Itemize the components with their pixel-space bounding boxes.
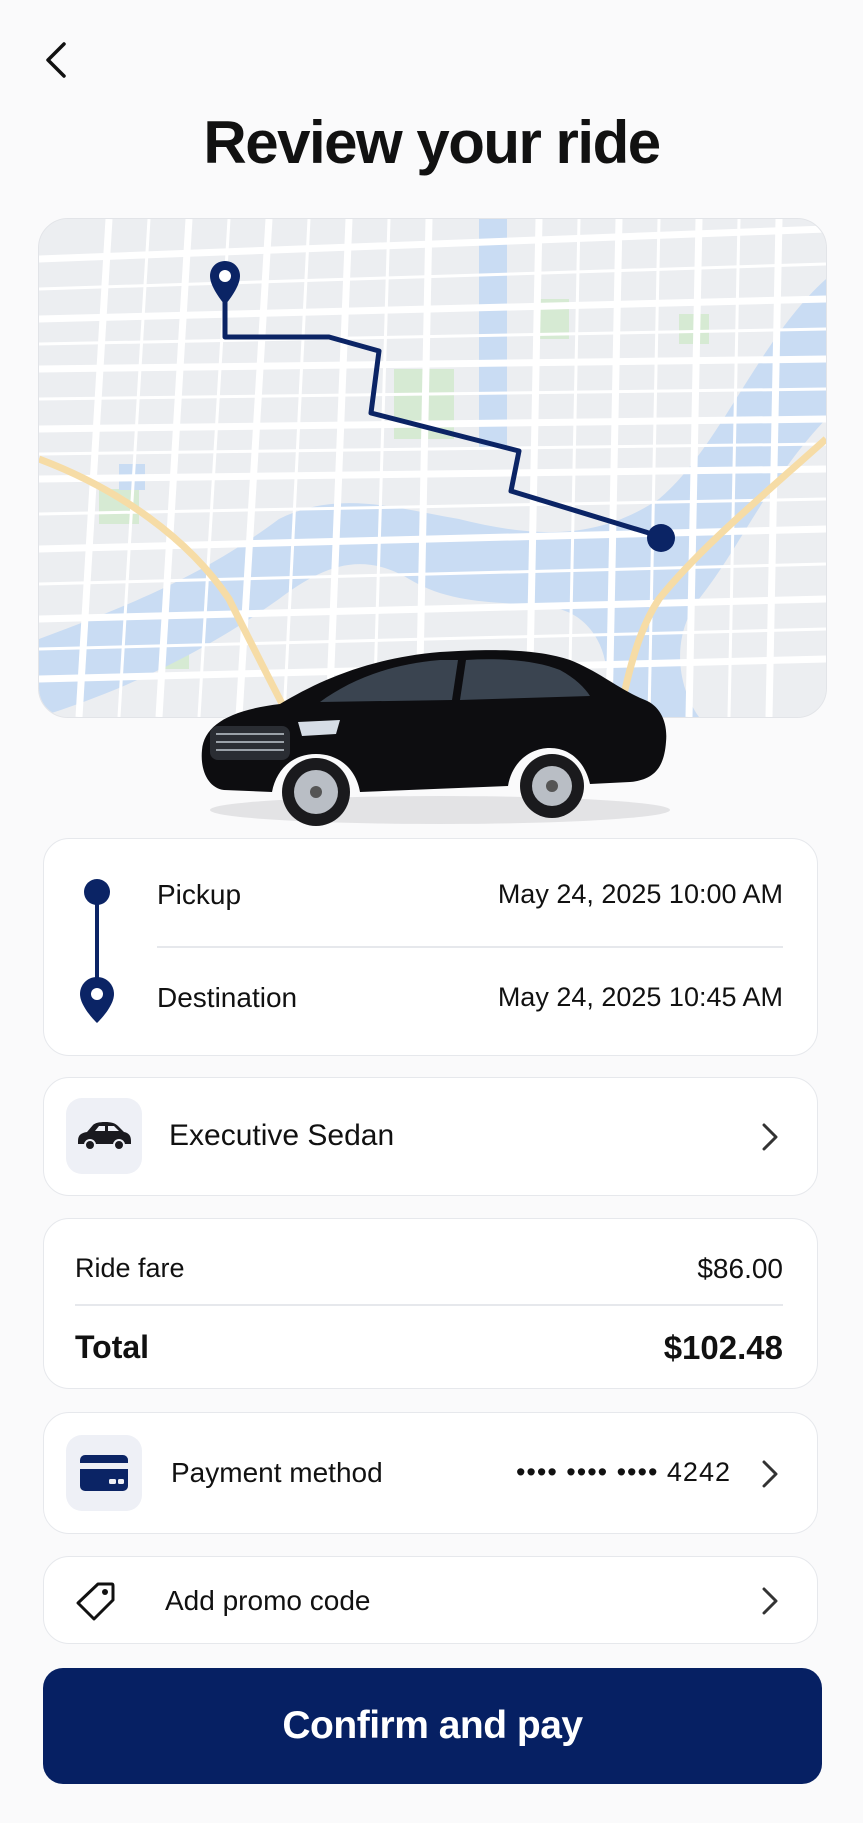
confirm-and-pay-button[interactable]: Confirm and pay [43,1668,822,1784]
promo-code-label: Add promo code [165,1585,371,1616]
tag-icon [76,1582,115,1621]
page-title: Review your ride [203,109,661,176]
pickup-time: May 24, 2025 10:00 AM [497,879,783,909]
pickup-label: Pickup [157,879,242,910]
map-pickup-pin-icon [210,261,240,305]
back-button[interactable] [36,36,76,84]
fare-divider [75,1304,783,1306]
destination-pin-icon [80,977,114,1023]
promo-code-button[interactable]: Add promo code [43,1556,818,1644]
chevron-right-icon [762,1123,778,1151]
total-value: $102.48 [663,1329,783,1366]
total-label: Total [75,1329,150,1365]
card-icon-box [66,1435,142,1511]
car-icon [78,1122,131,1151]
destination-time: May 24, 2025 10:45 AM [497,982,783,1012]
trip-details-card: Pickup May 24, 2025 10:00 AM Destination… [43,838,818,1056]
car-icon-box [66,1098,142,1174]
destination-label: Destination [157,982,298,1013]
payment-method-label: Payment method [171,1457,383,1488]
vehicle-name: Executive Sedan [169,1119,395,1152]
car-image [201,650,670,826]
credit-card-icon [80,1455,128,1491]
card-number-mask: •••• •••• •••• 4242 [515,1457,731,1487]
ride-fare-value: $86.00 [697,1253,783,1284]
chevron-right-icon [762,1587,778,1615]
fare-summary-card: Ride fare $86.00 Total $102.48 [43,1218,818,1389]
trip-divider [157,946,783,948]
back-chevron-icon [46,42,66,78]
payment-method-selector[interactable]: Payment method •••• •••• •••• 4242 [43,1412,818,1534]
vehicle-selector[interactable]: Executive Sedan [43,1077,818,1196]
chevron-right-icon [762,1460,778,1488]
map-destination-dot-icon [647,524,675,552]
ride-fare-label: Ride fare [75,1253,185,1283]
